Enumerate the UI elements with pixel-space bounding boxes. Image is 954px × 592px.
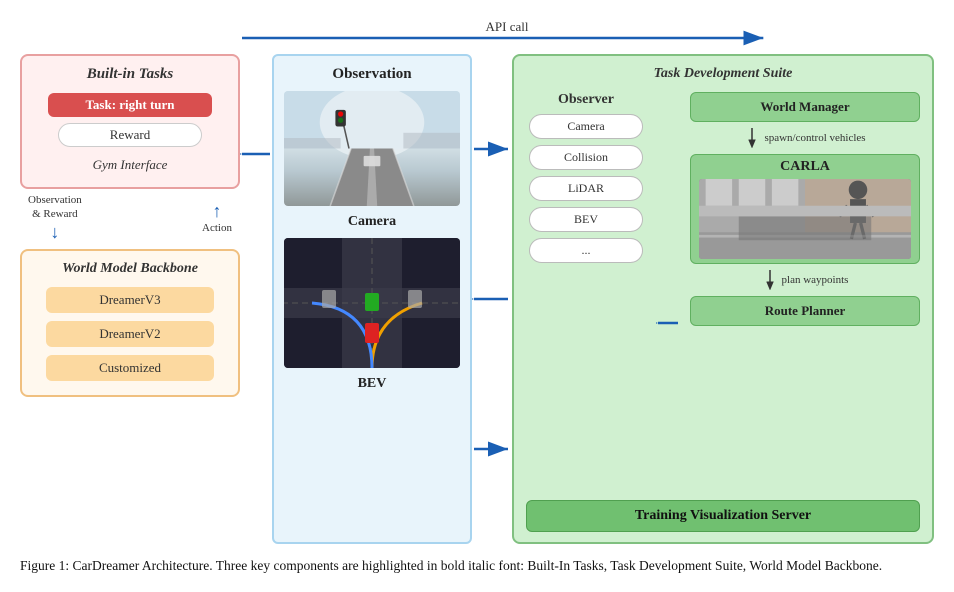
right-task-dev-column: Task Development Suite Observer Camera C… (512, 54, 934, 544)
up-arrow-action: ↑ (213, 201, 222, 222)
plan-waypoints-label: plan waypoints (690, 270, 920, 290)
training-vis-title: Training Visualization Server (537, 508, 909, 524)
collision-observer-pill: Collision (529, 145, 643, 170)
observation-center-column: Observation (272, 54, 472, 544)
world-manager-column: World Manager spawn/control vehicles CAR… (690, 92, 920, 494)
built-in-tasks-title: Built-in Tasks (87, 66, 174, 83)
right-arrows-group (472, 54, 512, 544)
action-label: Action (202, 222, 232, 234)
gym-interface-label: Gym Interface (93, 157, 168, 173)
observer-title: Observer (558, 92, 614, 108)
lidar-observer-pill: LiDAR (529, 176, 643, 201)
carla-lidar-arrow (656, 152, 680, 494)
world-manager-box: World Manager (690, 92, 920, 122)
bev-label: BEV (284, 376, 460, 392)
camera-observer-pill: Camera (529, 114, 643, 139)
world-manager-title: World Manager (699, 99, 911, 115)
task-right-turn-label: Task: right turn (48, 93, 211, 117)
spawn-control-label: spawn/control vehicles (690, 128, 920, 148)
carla-title: CARLA (780, 159, 830, 175)
world-model-title: World Model Backbone (62, 261, 198, 277)
right-inner-layout: Observer Camera Collision LiDAR BEV ... (526, 92, 920, 494)
built-in-tasks-box: Built-in Tasks Task: right turn Reward G… (20, 54, 240, 189)
world-model-box: World Model Backbone DreamerV3 DreamerV2… (20, 249, 240, 397)
carla-scene-image (699, 179, 911, 259)
camera-title: Camera (284, 214, 460, 230)
training-vis-box: Training Visualization Server (526, 500, 920, 532)
dreamer-v2-pill: DreamerV2 (46, 321, 215, 347)
bev-image (284, 238, 460, 368)
observation-reward-label: Observation& Reward (28, 193, 82, 222)
observer-column: Observer Camera Collision LiDAR BEV ... (526, 92, 646, 494)
route-planner-box: Route Planner (690, 296, 920, 326)
reward-arrow-connector (240, 54, 272, 544)
route-planner-title: Route Planner (699, 303, 911, 319)
observation-title: Observation (284, 66, 460, 83)
carla-box: CARLA (690, 154, 920, 264)
observation-road-image (284, 91, 460, 206)
svg-text:API call: API call (486, 19, 529, 34)
figure-caption: Figure 1: CarDreamer Architecture. Three… (20, 556, 934, 576)
down-arrow-obs: ↓ (50, 222, 59, 243)
task-dev-title: Task Development Suite (526, 66, 920, 82)
bev-observer-pill: BEV (529, 207, 643, 232)
customized-pill: Customized (46, 355, 215, 381)
reward-pill: Reward (58, 123, 202, 147)
dreamer-v3-pill: DreamerV3 (46, 287, 215, 313)
obs-action-arrows: Observation& Reward ↓ ↑ Action (20, 189, 240, 247)
dots-observer-pill: ... (529, 238, 643, 263)
left-column: Built-in Tasks Task: right turn Reward G… (20, 54, 240, 544)
